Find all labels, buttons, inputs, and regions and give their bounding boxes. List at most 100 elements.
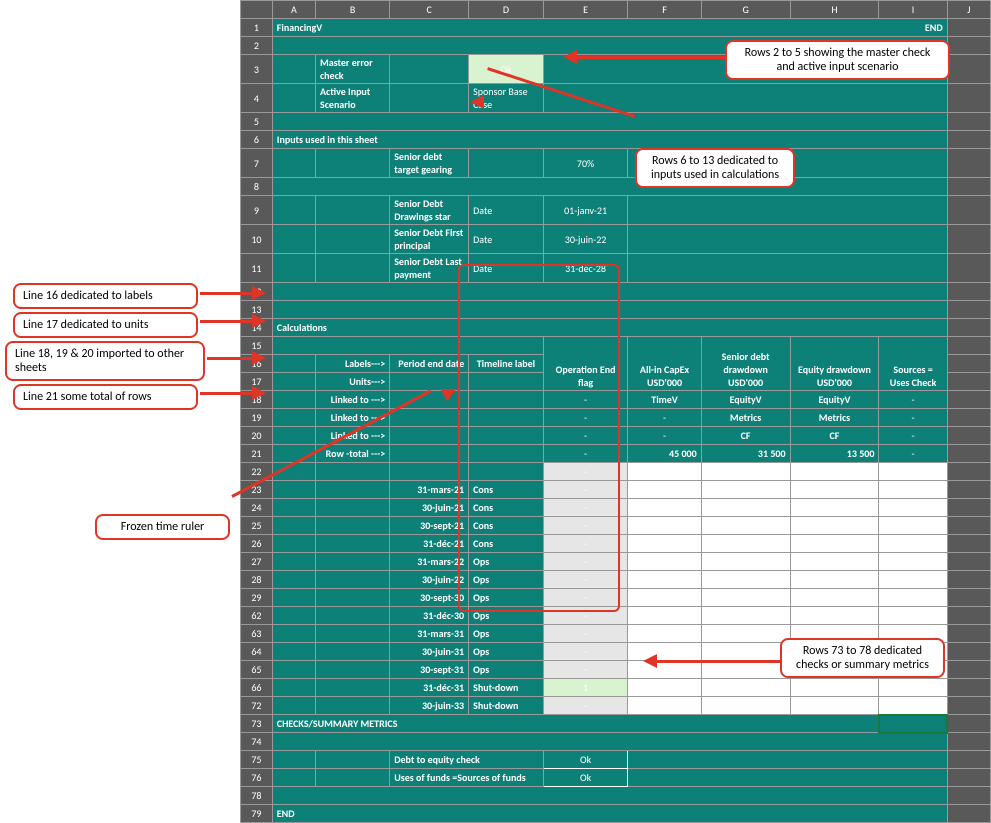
row-3[interactable]: 3 xyxy=(241,55,273,84)
end-label: END xyxy=(272,805,947,823)
opend-flag: - xyxy=(543,553,628,571)
check-val: - xyxy=(879,517,947,535)
row-6[interactable]: 6 xyxy=(241,131,273,149)
row-7[interactable]: 7 xyxy=(241,149,273,178)
row-64[interactable]: 64 xyxy=(241,643,273,661)
period-date: 31-mars-31 xyxy=(390,625,469,643)
selected-cell[interactable] xyxy=(879,715,947,733)
capex-val: - xyxy=(628,625,701,643)
row-27[interactable]: 27 xyxy=(241,553,273,571)
row-9[interactable]: 9 xyxy=(241,196,273,225)
period-date: 31-déc-30 xyxy=(390,607,469,625)
row-73[interactable]: 73 xyxy=(241,715,273,733)
section-inputs: Inputs used in this sheet xyxy=(272,131,947,149)
col-C[interactable]: C xyxy=(390,1,469,19)
labels-arrow: Labels---> xyxy=(316,355,390,373)
col-B[interactable]: B xyxy=(316,1,390,19)
callout-labels: Line 16 dedicated to labels xyxy=(13,283,198,309)
row-29[interactable]: 29 xyxy=(241,589,273,607)
arrow-6-head xyxy=(252,386,266,400)
check-val: - xyxy=(879,589,947,607)
callout-master: Rows 2 to 5 showing the master check and… xyxy=(725,40,950,80)
col-H[interactable]: H xyxy=(790,1,879,19)
callout-checks: Rows 73 to 78 dedicated checks or summar… xyxy=(780,638,945,678)
period-label: Ops xyxy=(469,607,544,625)
capex-val: - xyxy=(628,679,701,697)
row-78[interactable]: 78 xyxy=(241,787,273,805)
row-75[interactable]: 75 xyxy=(241,751,273,769)
master-check-value: Ok xyxy=(469,55,544,84)
drawings-unit: Date xyxy=(469,196,544,225)
capex-val: 21 649 xyxy=(628,481,701,499)
financing-sheet[interactable]: A B C D E F G H I J 1 FinancingV END 2 3… xyxy=(240,0,991,823)
senior-val: - xyxy=(701,625,790,643)
master-check-label: Master error check xyxy=(316,55,390,84)
capex-val: 10 805 xyxy=(628,499,701,517)
row-76[interactable]: 76 xyxy=(241,769,273,787)
row-19[interactable]: 19 xyxy=(241,409,273,427)
period-label: Cons xyxy=(469,481,544,499)
row-72[interactable]: 72 xyxy=(241,697,273,715)
active-scenario-label: Active Input Scenario xyxy=(316,84,390,113)
arrow-4 xyxy=(200,320,255,323)
row-63[interactable]: 63 xyxy=(241,625,273,643)
callout-total: Line 21 some total of rows xyxy=(13,384,198,410)
period-label: Ops xyxy=(469,589,544,607)
period-date: 30-juin-33 xyxy=(390,697,469,715)
col-F[interactable]: F xyxy=(628,1,701,19)
callout-frozen: Frozen time ruler xyxy=(95,514,230,540)
row-11[interactable]: 11 xyxy=(241,254,273,283)
row-79[interactable]: 79 xyxy=(241,805,273,823)
col-G[interactable]: G xyxy=(701,1,790,19)
period-date: 30-juin-31 xyxy=(390,643,469,661)
hdr-capex: All-in CapEx USD'000 xyxy=(628,337,701,391)
col-I[interactable]: I xyxy=(879,1,947,19)
opend-flag: - xyxy=(543,481,628,499)
check-val: - xyxy=(879,679,947,697)
row-66[interactable]: 66 xyxy=(241,679,273,697)
title-end: END xyxy=(925,21,943,34)
row-21[interactable]: 21 xyxy=(241,445,273,463)
arrow-3-head xyxy=(252,286,266,300)
period-date: 30-juin-22 xyxy=(390,571,469,589)
row-25[interactable]: 25 xyxy=(241,517,273,535)
timeline-hdr: Timeline label xyxy=(469,355,544,373)
col-D[interactable]: D xyxy=(469,1,544,19)
arrow-8-head xyxy=(643,654,657,668)
senior-val: - xyxy=(701,643,790,661)
opend-flag: - xyxy=(543,517,628,535)
row-28[interactable]: 28 xyxy=(241,571,273,589)
period-date: 30-sept-30 xyxy=(390,589,469,607)
period-end-hdr: Period end date xyxy=(390,355,469,373)
units-arrow: Units---> xyxy=(316,373,390,391)
arrow-1-head xyxy=(563,50,577,64)
sheet-title: FinancingV END xyxy=(272,19,947,37)
row-10[interactable]: 10 xyxy=(241,225,273,254)
row-2[interactable]: 2 xyxy=(241,37,273,55)
opend-flag: - xyxy=(543,589,628,607)
row-5[interactable]: 5 xyxy=(241,113,273,131)
row-4[interactable]: 4 xyxy=(241,84,273,113)
equity-val: 1 610 xyxy=(790,535,879,553)
period-label: Cons xyxy=(469,499,544,517)
col-A[interactable]: A xyxy=(272,1,315,19)
col-E[interactable]: E xyxy=(543,1,628,19)
opend-flag: - xyxy=(543,643,628,661)
row-24[interactable]: 24 xyxy=(241,499,273,517)
senior-val: - xyxy=(701,571,790,589)
gearing-label: Senior debt target gearing xyxy=(390,149,469,178)
row-20[interactable]: 20 xyxy=(241,427,273,445)
linked-18: Linked to ---> xyxy=(316,391,390,409)
row-1[interactable]: 1 xyxy=(241,19,273,37)
check-val: - xyxy=(879,499,947,517)
col-J[interactable]: J xyxy=(947,1,990,19)
row-65[interactable]: 65 xyxy=(241,661,273,679)
arrow-1 xyxy=(575,56,725,59)
row-8[interactable]: 8 xyxy=(241,178,273,196)
row-74[interactable]: 74 xyxy=(241,733,273,751)
row-62[interactable]: 62 xyxy=(241,607,273,625)
row-26[interactable]: 26 xyxy=(241,535,273,553)
firstprin-label: Senior Debt First principal xyxy=(390,225,469,254)
check-val: - xyxy=(879,535,947,553)
capex-val: - xyxy=(628,589,701,607)
